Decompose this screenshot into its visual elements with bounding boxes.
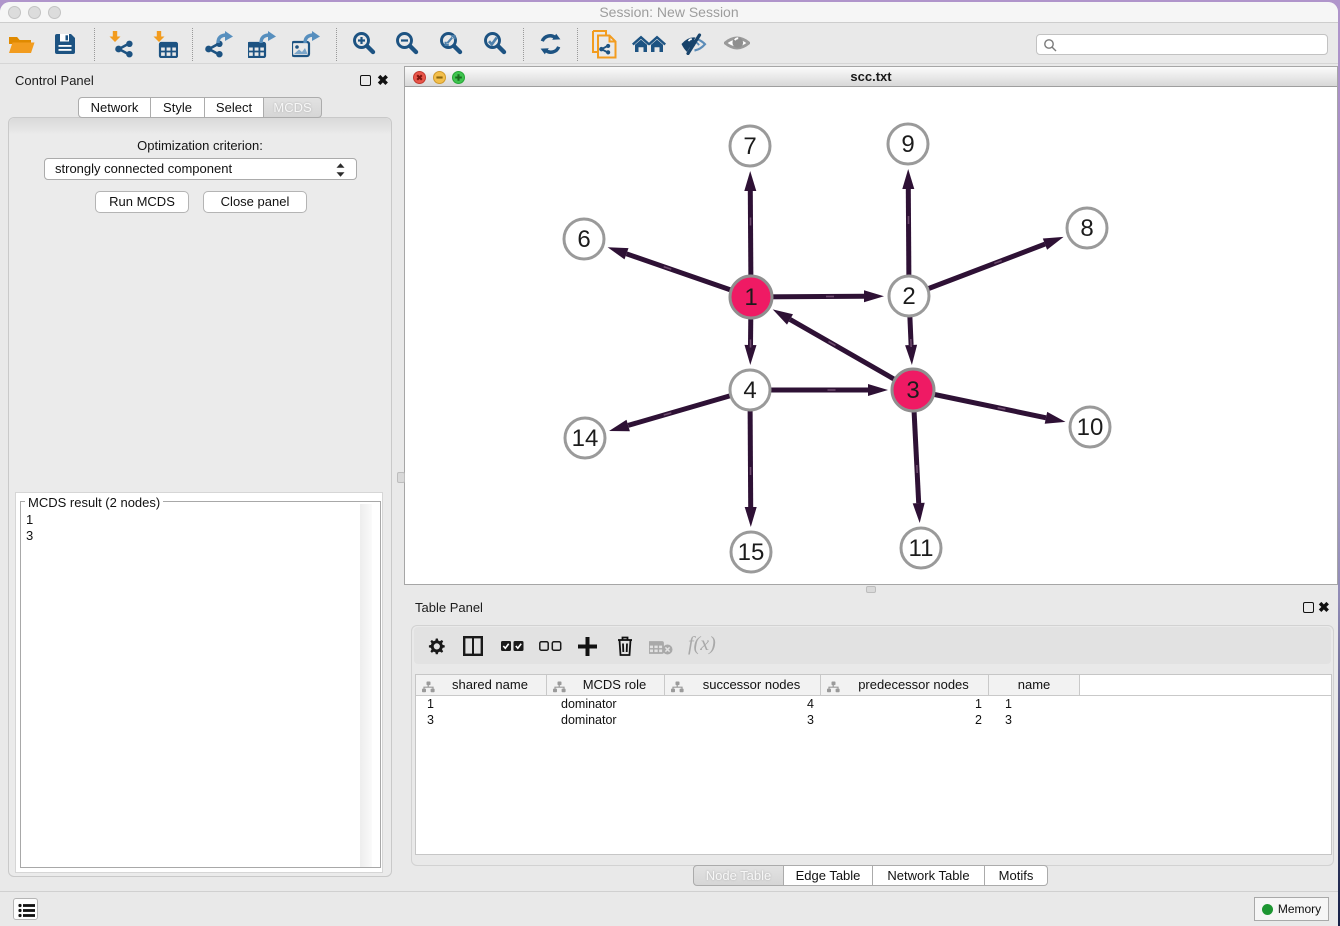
svg-text:11: 11 [909,535,934,562]
svg-text:9: 9 [901,131,914,158]
svg-text:14: 14 [572,425,599,452]
svg-text:7: 7 [743,133,756,160]
svg-text:6: 6 [577,226,590,253]
svg-text:2: 2 [902,283,915,310]
svg-text:4: 4 [743,377,756,404]
svg-text:15: 15 [738,539,765,566]
svg-text:3: 3 [906,377,919,404]
svg-text:1: 1 [744,284,757,311]
svg-text:8: 8 [1080,215,1093,242]
svg-text:10: 10 [1077,414,1104,441]
